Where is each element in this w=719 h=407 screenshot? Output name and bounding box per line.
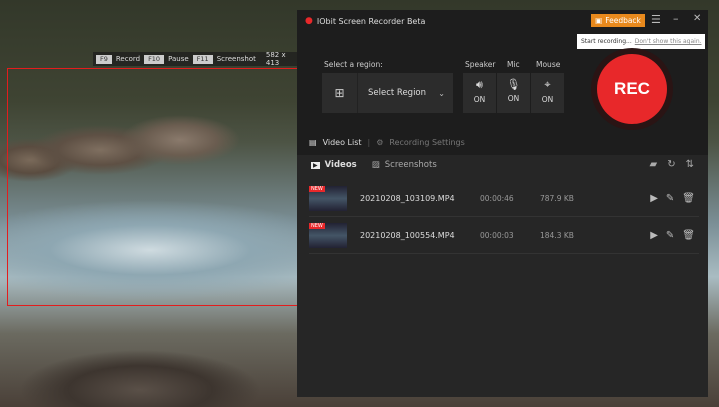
app-logo-icon: ● (305, 16, 313, 26)
list-toolbar: ▰ ↻ ⇅ (650, 159, 694, 170)
file-name: 20210208_103109.MP4 (360, 194, 480, 203)
mic-toggle[interactable]: 🎙︎ ON (497, 73, 530, 113)
sort-icon[interactable]: ⇅ (686, 159, 694, 170)
duration: 00:00:46 (480, 194, 540, 203)
feedback-label: Feedback (605, 16, 641, 25)
hotkey-bar: F9 Record F10 Pause F11 Screenshot 582 x 41… (93, 52, 315, 66)
tab-video-list[interactable]: Video List (323, 138, 362, 147)
mouse-toggle[interactable]: ⌖ ON (531, 73, 564, 113)
mouse-state: ON (531, 95, 564, 104)
speaker-icon: 🔊︎ (463, 78, 496, 92)
chevron-down-icon: ⌄ (438, 89, 445, 98)
chat-icon: ▣ (595, 16, 602, 25)
tooltip-text: Start recording... (581, 38, 632, 45)
close-icon[interactable]: ✕ (693, 13, 701, 24)
file-size: 787.9 KB (540, 194, 600, 203)
image-icon: ▨ (372, 160, 380, 170)
mic-label: Mic (507, 60, 520, 69)
tab-recording-settings[interactable]: Recording Settings (389, 138, 464, 147)
mic-state: ON (497, 94, 530, 103)
video-row[interactable]: NEW 20210208_100554.MP4 00:00:03 184.3 K… (309, 218, 699, 254)
mic-icon: 🎙︎ (497, 78, 530, 91)
screenshot-key: F11 (193, 55, 213, 64)
recording-region-frame[interactable] (7, 68, 313, 306)
region-select[interactable]: ⊞ Select Region ⌄ (322, 73, 453, 113)
video-thumbnail: NEW (309, 223, 347, 248)
sub-tabs: ▶ Videos ▨ Screenshots (311, 160, 437, 170)
record-key: F9 (96, 55, 112, 64)
edit-icon[interactable]: ✎ (666, 193, 674, 204)
settings-icon: ⚙ (376, 138, 383, 147)
edit-icon[interactable]: ✎ (666, 230, 674, 241)
tooltip: Start recording...Don't show this again. (577, 34, 705, 49)
video-list-panel: ▶ Videos ▨ Screenshots ▰ ↻ ⇅ NEW 20210208_10… (297, 155, 708, 397)
mouse-icon: ⌖ (531, 78, 564, 92)
screenshot-label: Screenshot (217, 55, 256, 63)
app-title: IObit Screen Recorder Beta (317, 17, 426, 26)
folder-icon[interactable]: ▰ (650, 159, 658, 170)
tab-screenshots[interactable]: Screenshots (385, 160, 437, 170)
new-badge: NEW (309, 223, 325, 229)
trash-icon[interactable]: 🗑︎ (682, 230, 695, 241)
rec-button[interactable]: REC (597, 54, 667, 124)
menu-icon[interactable]: ☰ (651, 13, 661, 26)
title-bar: ● IObit Screen Recorder Beta (305, 16, 425, 26)
mouse-label: Mouse (536, 60, 560, 69)
tab-videos[interactable]: Videos (325, 160, 357, 170)
speaker-state: ON (463, 95, 496, 104)
video-thumbnail: NEW (309, 186, 347, 211)
video-row[interactable]: NEW 20210208_103109.MP4 00:00:46 787.9 K… (309, 181, 699, 217)
new-badge: NEW (309, 186, 325, 192)
dont-show-link[interactable]: Don't show this again. (635, 38, 702, 45)
file-name: 20210208_100554.MP4 (360, 231, 480, 240)
region-label: Select a region: (324, 60, 383, 69)
main-tabs: ▤Video List | ⚙Recording Settings (309, 138, 465, 147)
feedback-button[interactable]: ▣Feedback (591, 14, 645, 27)
app-window: ● IObit Screen Recorder Beta ▣Feedback ☰… (297, 10, 708, 397)
video-icon: ▶ (311, 162, 320, 169)
pause-label: Pause (168, 55, 189, 63)
play-icon[interactable]: ▶ (650, 193, 658, 204)
region-crop-icon: ⊞ (322, 73, 358, 113)
pause-key: F10 (144, 55, 164, 64)
speaker-toggle[interactable]: 🔊︎ ON (463, 73, 496, 113)
video-list-icon: ▤ (309, 138, 317, 147)
record-label: Record (116, 55, 140, 63)
region-value: Select Region (368, 88, 426, 98)
refresh-icon[interactable]: ↻ (667, 159, 675, 170)
play-icon[interactable]: ▶ (650, 230, 658, 241)
minimize-icon[interactable]: – (673, 12, 679, 25)
trash-icon[interactable]: 🗑︎ (682, 193, 695, 204)
region-size: 582 x 413 (266, 51, 300, 67)
duration: 00:00:03 (480, 231, 540, 240)
file-size: 184.3 KB (540, 231, 600, 240)
speaker-label: Speaker (465, 60, 496, 69)
